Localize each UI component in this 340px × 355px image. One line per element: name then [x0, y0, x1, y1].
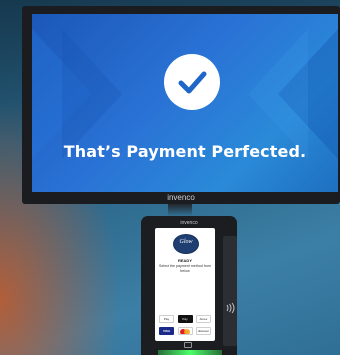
card-reader-panel: [223, 236, 237, 346]
mastercard-icon: [180, 329, 190, 334]
status-light: [158, 350, 222, 355]
mastercard-option[interactable]: [177, 327, 193, 335]
contactless-icon: [226, 302, 235, 314]
monitor-stand: [168, 204, 192, 216]
card-slot-icon: [184, 342, 192, 348]
decorative-chevron: [62, 29, 122, 159]
headline-text: That’s Payment Perfected.: [63, 142, 307, 161]
visa-option[interactable]: VISA: [159, 327, 174, 335]
payment-methods-row: VISA discover: [159, 327, 211, 335]
decorative-chevron: [248, 29, 308, 159]
terminal-status: READY: [177, 258, 192, 263]
terminal-brand-logo: invenco: [180, 220, 198, 226]
monitor: That’s Payment Perfected. invenco: [22, 6, 340, 204]
terminal-screen[interactable]: Glow READY Select the payment method fro…: [155, 228, 215, 341]
merchant-logo: Glow: [173, 234, 199, 254]
apple-pay-option[interactable]: Pay: [177, 315, 193, 323]
monitor-brand-logo: invenco: [167, 193, 195, 202]
google-pay-option[interactable]: Pay: [159, 315, 174, 323]
monitor-screen: That’s Payment Perfected.: [32, 14, 338, 192]
terminal-message: Select the payment method from below: [159, 264, 211, 273]
discover-option[interactable]: discover: [196, 327, 211, 335]
payment-methods-row: Pay Pay Amex: [159, 315, 211, 323]
merchant-logo-text: Glow: [179, 239, 193, 245]
checkmark-icon: [164, 54, 220, 110]
payment-terminal: invenco Glow READY Select the payment me…: [141, 216, 237, 355]
amex-option[interactable]: Amex: [196, 315, 211, 323]
